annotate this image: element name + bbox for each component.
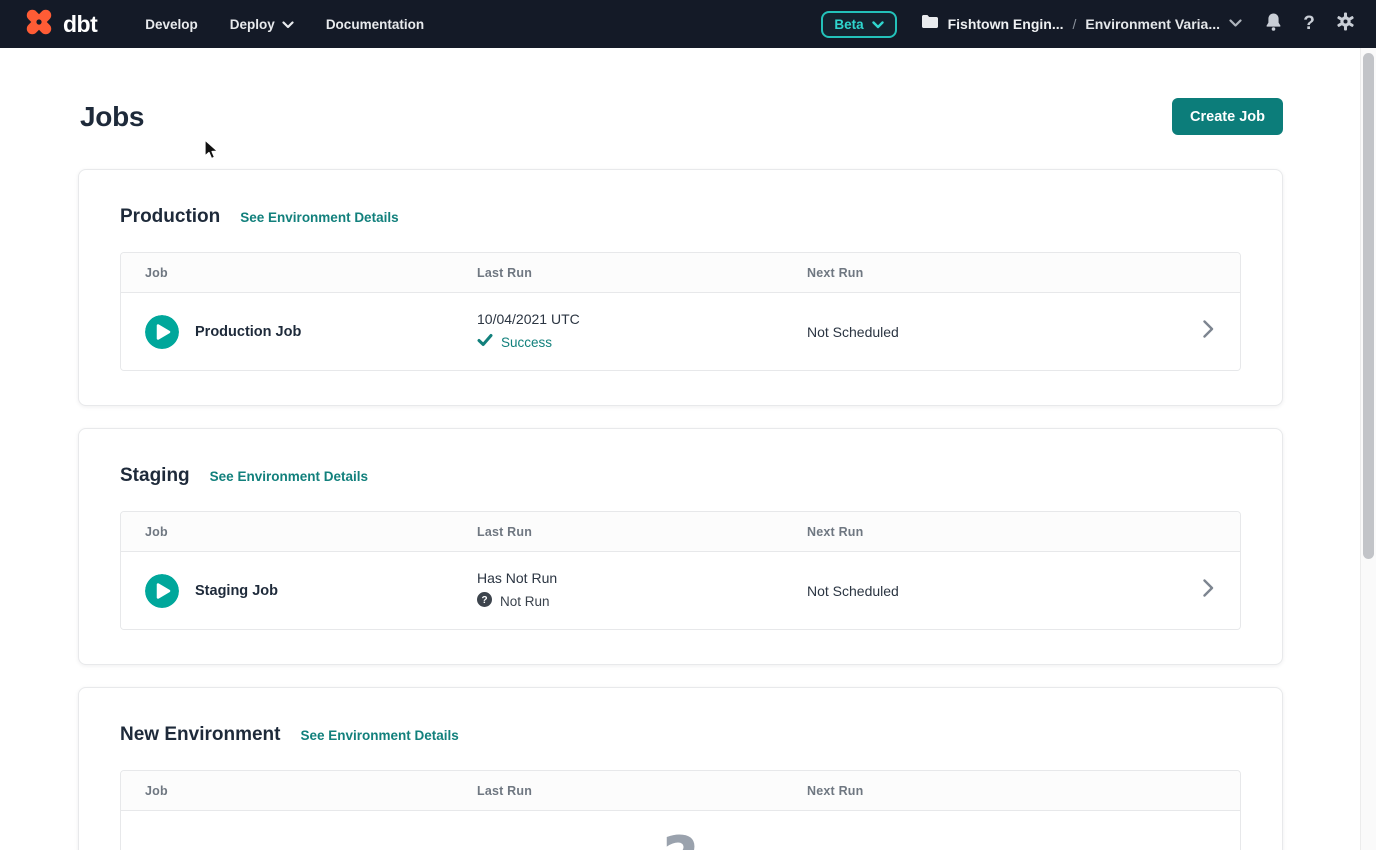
beta-label: Beta <box>834 17 863 32</box>
environment-name: New Environment <box>120 722 280 748</box>
scrollbar-thumb[interactable] <box>1363 53 1374 559</box>
environments-list: Production See Environment Details Job L… <box>78 169 1283 850</box>
nav-item-deploy[interactable]: Deploy <box>218 9 306 40</box>
beta-dropdown[interactable]: Beta <box>821 11 896 38</box>
help-icon: ? <box>1303 13 1315 35</box>
empty-jobs-state: ? <box>121 811 1240 850</box>
chevron-down-icon <box>1229 15 1242 33</box>
gear-icon <box>1336 12 1355 36</box>
column-header-last-run: Last Run <box>477 784 807 798</box>
chevron-down-icon <box>872 17 884 32</box>
see-environment-details-link[interactable]: See Environment Details <box>300 728 458 743</box>
nav-item-label: Develop <box>145 17 198 32</box>
jobs-table: Job Last Run Next Run ? <box>120 770 1241 850</box>
run-job-button[interactable] <box>145 315 179 349</box>
last-run-status: Success <box>501 335 552 350</box>
breadcrumb-project: Fishtown Engin... <box>948 16 1064 32</box>
job-row-production-job[interactable]: Production Job 10/04/2021 UTC Success No… <box>121 293 1240 370</box>
help-button[interactable]: ? <box>1296 11 1322 37</box>
column-header-last-run: Last Run <box>477 525 807 539</box>
top-navbar: dbt Develop Deploy Documentation Beta Fi… <box>0 0 1376 48</box>
page-header: Jobs Create Job <box>80 98 1283 135</box>
chevron-down-icon <box>282 17 294 32</box>
page-title: Jobs <box>80 101 144 133</box>
nav-item-label: Deploy <box>230 17 275 32</box>
job-name: Production Job <box>195 324 301 340</box>
dbt-logo-text: dbt <box>63 11 97 38</box>
dbt-logo[interactable]: dbt <box>22 5 97 44</box>
notifications-button[interactable] <box>1260 11 1286 37</box>
next-run-value: Not Scheduled <box>807 583 1176 599</box>
job-row-staging-job[interactable]: Staging Job Has Not Run ? Not Run <box>121 552 1240 629</box>
chevron-right-icon[interactable] <box>1203 320 1214 343</box>
column-header-next-run: Next Run <box>807 784 1176 798</box>
nav-item-documentation[interactable]: Documentation <box>314 9 436 40</box>
environment-name: Staging <box>120 463 190 489</box>
see-environment-details-link[interactable]: See Environment Details <box>210 469 368 484</box>
column-header-job: Job <box>121 525 477 539</box>
column-header-next-run: Next Run <box>807 266 1176 280</box>
next-run-value: Not Scheduled <box>807 324 1176 340</box>
nav-item-label: Documentation <box>326 17 424 32</box>
last-run-date: Has Not Run <box>477 570 807 586</box>
see-environment-details-link[interactable]: See Environment Details <box>240 210 398 225</box>
jobs-table: Job Last Run Next Run Production Job 10/… <box>120 252 1241 371</box>
create-job-button[interactable]: Create Job <box>1172 98 1283 135</box>
scrollbar-track <box>1360 48 1376 850</box>
breadcrumb[interactable]: Fishtown Engin... / Environment Varia... <box>921 14 1242 34</box>
breadcrumb-page: Environment Varia... <box>1085 16 1220 32</box>
nav-item-develop[interactable]: Develop <box>133 9 210 40</box>
nav-menu: Develop Deploy Documentation <box>133 9 436 40</box>
job-name: Staging Job <box>195 583 278 599</box>
folder-icon <box>921 14 939 34</box>
not-run-question-icon: ? <box>477 592 492 612</box>
run-job-button[interactable] <box>145 574 179 608</box>
success-check-icon <box>477 333 493 352</box>
jobs-table: Job Last Run Next Run Staging Job Has No… <box>120 511 1241 630</box>
settings-button[interactable] <box>1332 11 1358 37</box>
environment-card-staging: Staging See Environment Details Job Last… <box>78 428 1283 665</box>
column-header-job: Job <box>121 266 477 280</box>
last-run-date: 10/04/2021 UTC <box>477 311 807 327</box>
navbar-icons: ? <box>1260 11 1358 37</box>
column-header-next-run: Next Run <box>807 525 1176 539</box>
environment-card-production: Production See Environment Details Job L… <box>78 169 1283 406</box>
mouse-cursor <box>204 139 220 166</box>
environment-name: Production <box>120 204 220 230</box>
table-header-row: Job Last Run Next Run <box>121 771 1240 811</box>
column-header-job: Job <box>121 784 477 798</box>
bell-icon <box>1264 12 1283 37</box>
table-header-row: Job Last Run Next Run <box>121 253 1240 293</box>
svg-text:?: ? <box>481 595 487 606</box>
table-header-row: Job Last Run Next Run <box>121 512 1240 552</box>
environment-card-new-environment: New Environment See Environment Details … <box>78 687 1283 850</box>
empty-state-question-icon: ? <box>663 829 699 850</box>
chevron-right-icon[interactable] <box>1203 579 1214 602</box>
dbt-logo-icon <box>22 5 56 44</box>
last-run-status: Not Run <box>500 594 550 609</box>
breadcrumb-separator: / <box>1073 16 1077 32</box>
column-header-last-run: Last Run <box>477 266 807 280</box>
